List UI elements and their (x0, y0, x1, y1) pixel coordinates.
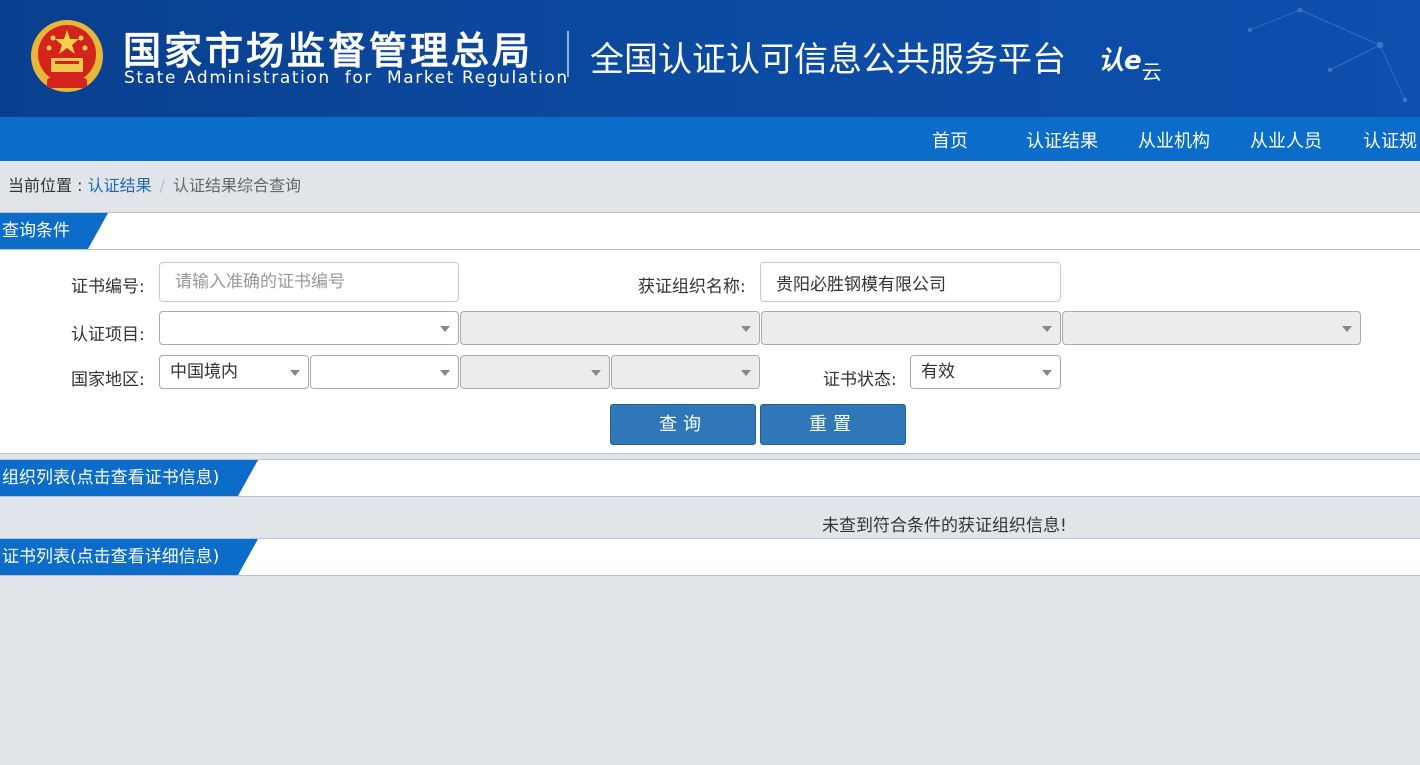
region-select-1[interactable]: 中国境内 (159, 355, 309, 389)
nav-item-institutions[interactable]: 从业机构 (1138, 127, 1210, 153)
chevron-down-icon (440, 326, 450, 332)
query-section-title: 查询条件 (0, 213, 108, 249)
project-select-1[interactable] (159, 311, 459, 345)
platform-title: 全国认证认可信息公共服务平台 (590, 40, 1066, 80)
org-list-empty-row: 未查到符合条件的获证组织信息! (0, 503, 1420, 537)
org-name-input[interactable] (760, 262, 1061, 302)
chevron-down-icon (741, 326, 751, 332)
cert-list-title: 证书列表(点击查看详细信息) (0, 539, 258, 575)
national-emblem-icon (31, 20, 103, 92)
status-label: 证书状态: (823, 370, 897, 390)
region-select-2[interactable] (310, 355, 459, 389)
search-button[interactable]: 查询 (610, 404, 756, 445)
platform-logo: 认e云 (1098, 40, 1162, 84)
main-nav: 首页 认证结果 从业机构 从业人员 认证规 (0, 117, 1420, 161)
chevron-down-icon (290, 370, 300, 376)
project-label: 认证项目: (71, 325, 145, 345)
nav-item-home[interactable]: 首页 (932, 127, 968, 153)
org-name-label: 获证组织名称: (638, 277, 746, 297)
nav-item-personnel[interactable]: 从业人员 (1250, 127, 1322, 153)
cert-no-input[interactable] (159, 262, 459, 302)
query-section-header: 查询条件 (0, 212, 1420, 250)
chevron-down-icon (591, 370, 601, 376)
region-select-1-value: 中国境内 (170, 362, 238, 382)
chevron-down-icon (1042, 326, 1052, 332)
cert-list-header: 证书列表(点击查看详细信息) (0, 538, 1420, 576)
site-header: 国家市场监督管理总局 State Administration for Mark… (0, 0, 1420, 117)
org-list-empty-message: 未查到符合条件的获证组织信息! (822, 516, 1067, 536)
org-name-en: State Administration for Market Regulati… (124, 68, 569, 88)
chevron-down-icon (741, 370, 751, 376)
query-form: 证书编号: 获证组织名称: 认证项目: 国家地区: 中国境内 证书状态: 有效 … (0, 250, 1420, 454)
logo-suffix: 云 (1141, 60, 1162, 84)
logo-mark: e (1124, 46, 1142, 76)
cert-no-label: 证书编号: (71, 277, 145, 297)
breadcrumb-link[interactable]: 认证结果 (88, 176, 152, 195)
chevron-down-icon (440, 370, 450, 376)
region-select-3[interactable] (460, 355, 610, 389)
status-select-value: 有效 (921, 362, 955, 382)
chevron-down-icon (1042, 370, 1052, 376)
header-divider (567, 31, 569, 77)
project-select-4[interactable] (1062, 311, 1361, 345)
chevron-down-icon (1342, 326, 1352, 332)
project-select-3[interactable] (761, 311, 1061, 345)
logo-text: 认 (1098, 46, 1125, 76)
project-select-2[interactable] (460, 311, 760, 345)
reset-button[interactable]: 重置 (760, 404, 906, 445)
breadcrumb: 当前位置 : 认证结果 / 认证结果综合查询 (8, 172, 301, 196)
breadcrumb-current: 认证结果综合查询 (172, 176, 301, 195)
org-name-cn: 国家市场监督管理总局 (123, 29, 534, 73)
nav-item-cert-results[interactable]: 认证结果 (1026, 127, 1098, 153)
breadcrumb-separator: / (159, 176, 165, 195)
breadcrumb-prefix: 当前位置 : (8, 176, 88, 195)
nav-item-cert-rules[interactable]: 认证规 (1363, 127, 1417, 153)
org-list-title: 组织列表(点击查看证书信息) (0, 460, 258, 496)
status-select[interactable]: 有效 (910, 355, 1061, 389)
org-list-header: 组织列表(点击查看证书信息) (0, 459, 1420, 497)
region-label: 国家地区: (71, 370, 145, 390)
region-select-4[interactable] (611, 355, 760, 389)
